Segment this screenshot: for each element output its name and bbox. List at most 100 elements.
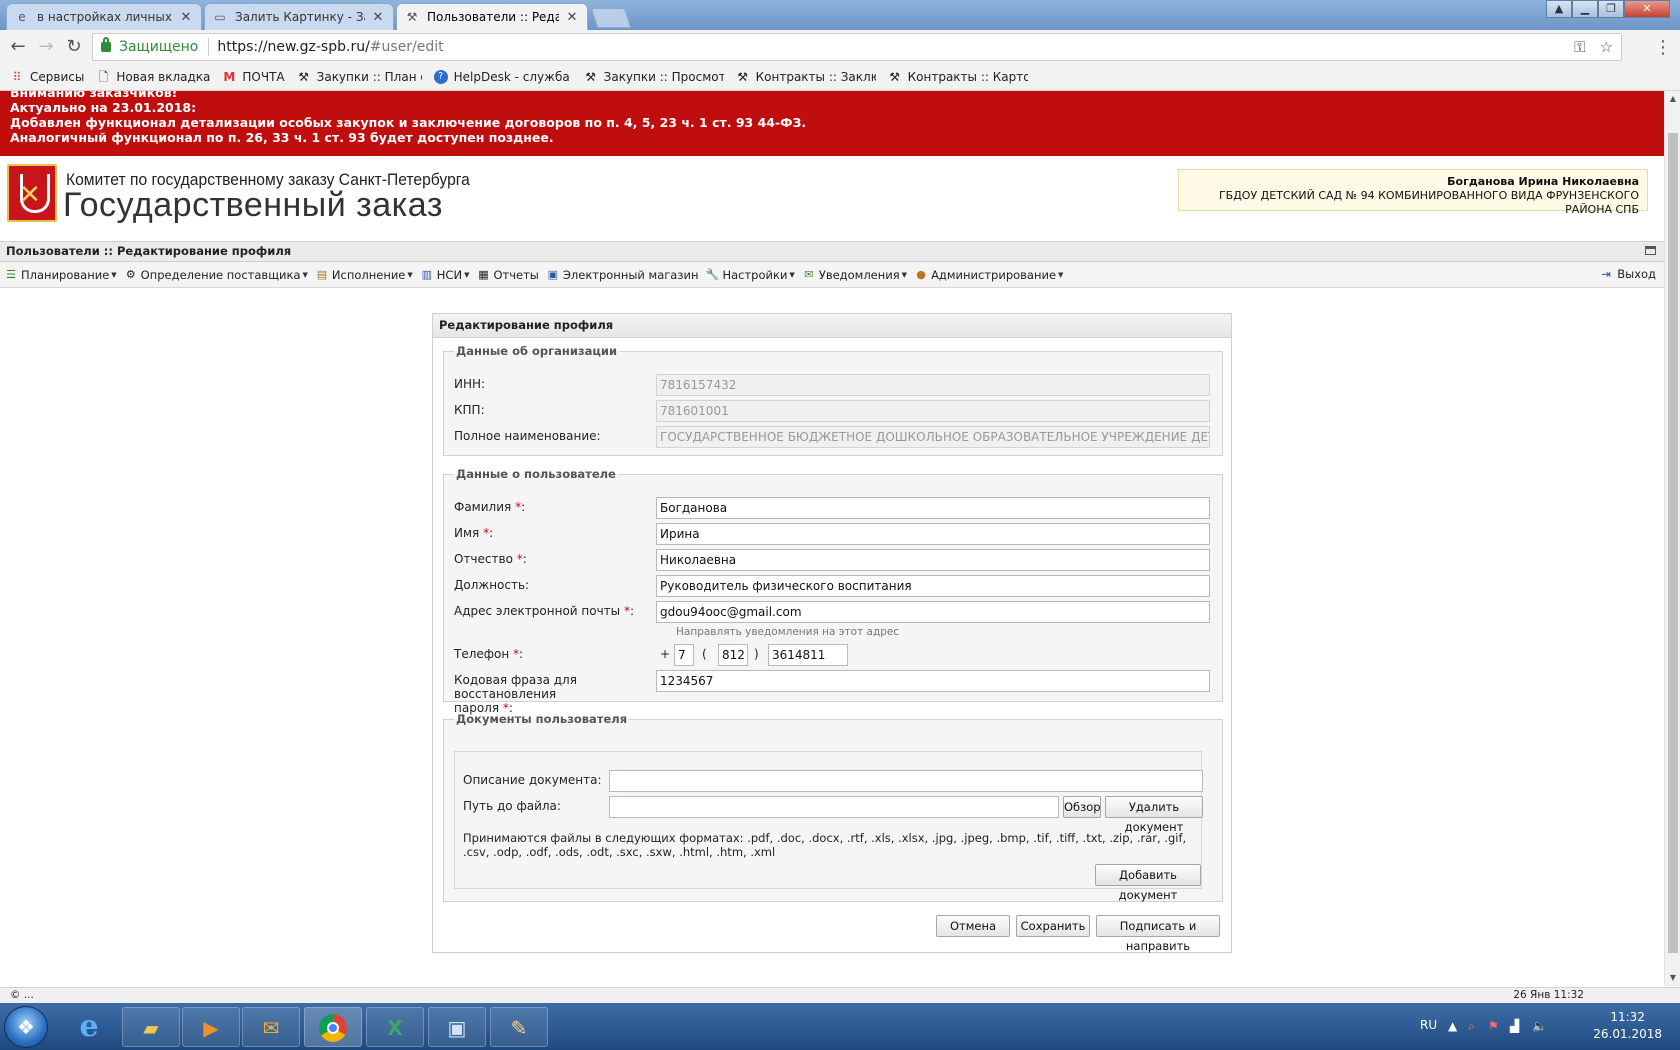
back-arrow-icon[interactable]: ←: [6, 35, 30, 59]
restore-icon[interactable]: ❐: [1598, 0, 1624, 18]
close-icon[interactable]: ✕: [371, 10, 385, 25]
bookmark-mail[interactable]: M ПОЧТА: [222, 70, 284, 84]
menu-supplier[interactable]: ⚙ Определение поставщика ▼: [124, 268, 308, 282]
outlook-icon[interactable]: ✉: [242, 1007, 300, 1047]
cart-icon: ▣: [547, 267, 559, 281]
scrollbar-thumb[interactable]: [1668, 133, 1678, 953]
language-indicator[interactable]: RU: [1420, 1018, 1437, 1032]
search-icon[interactable]: ⌕: [1468, 1019, 1475, 1034]
middlename-input[interactable]: [656, 549, 1210, 571]
section-title: Данные о пользователе: [456, 467, 616, 481]
hammer-icon: ⚒: [406, 10, 418, 24]
window-close-icon[interactable]: ✕: [1624, 0, 1670, 18]
scroll-up-icon[interactable]: ▲: [1665, 91, 1680, 107]
excel-icon[interactable]: X: [366, 1007, 424, 1047]
section-title: Данные об организации: [456, 344, 618, 358]
bookmark-zakupki-view[interactable]: ⚒ Закупки :: Просмотр: [584, 70, 723, 84]
page-icon: 🗋: [98, 70, 109, 84]
doc-description-input[interactable]: [609, 770, 1203, 792]
system-tray: RU ▲ ⌕ ⚑ ▟ 🔈 11:32 26.01.2018: [1420, 1003, 1680, 1050]
exit-button[interactable]: ⇥ Выход: [1601, 267, 1656, 281]
close-icon[interactable]: ✕: [179, 10, 193, 25]
add-document-button[interactable]: Добавить документ: [1095, 864, 1201, 902]
windows-taskbar: e ▰ ▶ ✉ X ▣ ✎ RU ▲ ⌕ ⚑ ▟ 🔈 11:32 26.01.2…: [0, 1003, 1680, 1050]
save-button[interactable]: Сохранить: [1016, 915, 1090, 937]
user-profile-icon[interactable]: ▲: [1546, 0, 1572, 18]
maximize-icon[interactable]: [1645, 246, 1656, 255]
new-tab-button[interactable]: [590, 8, 632, 28]
chevron-down-icon: ▼: [789, 270, 795, 279]
reload-icon[interactable]: ↻: [62, 35, 86, 59]
forward-arrow-icon[interactable]: →: [34, 35, 58, 59]
flag-icon[interactable]: ⚑: [1488, 1019, 1499, 1033]
cancel-button[interactable]: Отмена: [936, 915, 1010, 937]
file-explorer-icon[interactable]: ▰: [122, 1007, 180, 1047]
menu-settings[interactable]: 🔧 Настройки ▼: [705, 268, 795, 282]
taskbar-clock[interactable]: 11:32 26.01.2018: [1593, 1009, 1662, 1043]
lastname-input[interactable]: [656, 497, 1210, 519]
scroll-down-icon[interactable]: ▼: [1665, 970, 1680, 986]
menu-administration[interactable]: ● Администрирование ▼: [914, 268, 1063, 282]
minimize-icon[interactable]: ▁: [1572, 0, 1598, 18]
chrome-icon[interactable]: [304, 1007, 362, 1047]
star-icon[interactable]: ☆: [1600, 38, 1613, 56]
app-statusbar: © ... 26 Янв 11:32: [0, 987, 1680, 1003]
ie-icon[interactable]: e: [60, 1007, 118, 1047]
browser-menu-icon[interactable]: ⋮: [1654, 37, 1672, 58]
key-icon[interactable]: ⚿: [1574, 38, 1585, 56]
file-path-input[interactable]: [609, 796, 1059, 818]
label-text: Телефон: [454, 647, 510, 661]
menu-nsi[interactable]: ▥ НСИ ▼: [420, 268, 470, 282]
position-input[interactable]: [656, 575, 1210, 597]
codephrase-input[interactable]: [656, 670, 1210, 692]
browser-tab-3-active[interactable]: ⚒ Пользователи :: Редакти ✕: [396, 3, 588, 30]
browse-button[interactable]: Обзор: [1063, 796, 1101, 818]
phone-number-input[interactable]: [768, 644, 848, 666]
phone-paren-open: (: [702, 647, 707, 661]
bookmark-label: Закупки :: План осуш: [316, 70, 422, 84]
bookmark-helpdesk[interactable]: ? HelpDesk - служба те: [433, 70, 572, 84]
panel-title: Редактирование профиля: [433, 314, 1231, 338]
network-icon[interactable]: ▟: [1510, 1019, 1519, 1033]
document-upload-box: Описание документа: Путь до файла: Обзор…: [454, 751, 1203, 902]
address-bar[interactable]: Защищено https://new.gz-spb.ru/ #user/ed…: [92, 33, 1622, 61]
bookmark-contracts-conclude[interactable]: ⚒ Контракты :: Заключ: [736, 70, 875, 84]
email-field[interactable]: [656, 601, 1210, 623]
window-controls: ▲ ▁ ❐ ✕: [1546, 0, 1670, 18]
phone-country-input[interactable]: [674, 644, 694, 666]
menu-reports[interactable]: ▦ Отчеты: [476, 268, 539, 282]
codephrase-label: Кодовая фраза для восстановления пароля *…: [454, 673, 654, 715]
tab-title: Пользователи :: Редакти: [427, 10, 559, 24]
email-label: Адрес электронной почты *:: [454, 604, 654, 618]
bookmark-zakupki-plan[interactable]: ⚒ Закупки :: План осуш: [297, 70, 422, 84]
kpp-row: КПП:: [454, 400, 1214, 422]
ie-icon: e: [18, 10, 26, 24]
page-scrollbar[interactable]: ▲ ▼: [1664, 91, 1680, 986]
close-icon[interactable]: ✕: [565, 10, 579, 25]
browser-tab-2[interactable]: ▭ Залить Картинку - Загру ✕: [204, 3, 394, 30]
bookmark-contracts-card[interactable]: ⚒ Контракты :: Карточ: [888, 70, 1027, 84]
menu-planning[interactable]: ☰ Планирование ▼: [4, 268, 117, 282]
menu-execution[interactable]: ▤ Исполнение ▼: [315, 268, 413, 282]
label-colon: :: [522, 552, 527, 566]
tray-expand-icon[interactable]: ▲: [1448, 1019, 1457, 1033]
firstname-input[interactable]: [656, 523, 1210, 545]
clock-date: 26.01.2018: [1593, 1027, 1662, 1041]
bookmark-services[interactable]: ⠿ Сервисы: [10, 70, 85, 84]
media-player-icon[interactable]: ▶: [182, 1007, 240, 1047]
phone-code-input[interactable]: [718, 644, 748, 666]
paint-icon[interactable]: ✎: [490, 1007, 548, 1047]
menu-notifications[interactable]: ✉ Уведомления ▼: [802, 268, 907, 282]
fullname-field: [656, 426, 1210, 448]
alert-line: Актуально на 23.01.2018:: [10, 100, 197, 115]
delete-document-button[interactable]: Удалить документ: [1105, 796, 1203, 834]
chevron-down-icon: ▼: [302, 270, 308, 279]
sign-and-send-button[interactable]: Подписать и направить: [1096, 915, 1220, 953]
start-button[interactable]: [4, 1006, 48, 1048]
position-label: Должность:: [454, 578, 530, 592]
browser-tab-1[interactable]: e в настройках личных св ✕: [6, 3, 202, 30]
bookmark-new-tab[interactable]: 🗋 Новая вкладка: [96, 70, 211, 84]
remote-desktop-icon[interactable]: ▣: [428, 1007, 486, 1047]
menu-eshop[interactable]: ▣ Электронный магазин: [546, 268, 699, 282]
volume-icon[interactable]: 🔈: [1532, 1019, 1547, 1033]
